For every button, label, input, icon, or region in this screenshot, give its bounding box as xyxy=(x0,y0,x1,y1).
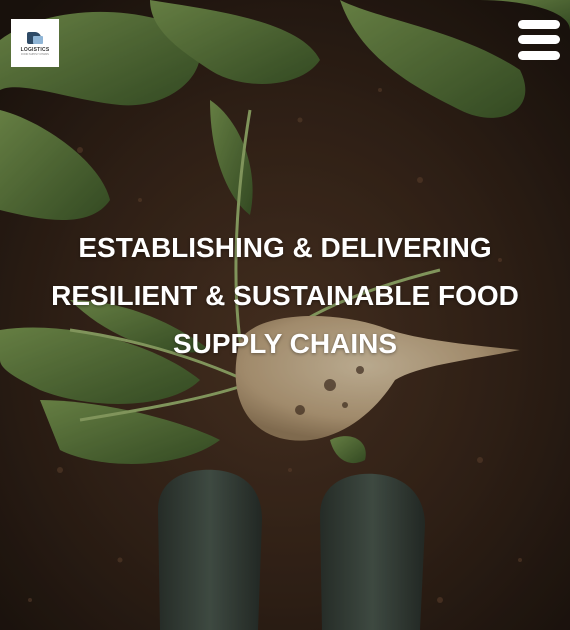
hamburger-menu-icon[interactable] xyxy=(518,20,560,60)
logo-tagline: FOOD SUPPLY CHAINS xyxy=(21,53,49,56)
menu-bar-bottom xyxy=(518,51,560,60)
hero-section: LOGISTICS FOOD SUPPLY CHAINS ESTABLISHIN… xyxy=(0,0,570,630)
hero-headline: ESTABLISHING & DELIVERING RESILIENT & SU… xyxy=(51,232,519,359)
menu-bar-middle xyxy=(518,35,560,44)
logo-accent-icon xyxy=(33,36,43,44)
menu-bar-top xyxy=(518,20,560,29)
site-logo[interactable]: LOGISTICS FOOD SUPPLY CHAINS xyxy=(11,19,59,67)
